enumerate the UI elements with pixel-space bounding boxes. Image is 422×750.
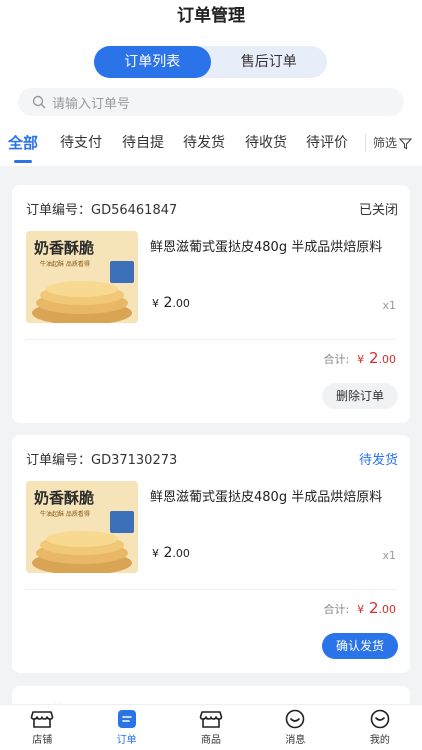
nav-store[interactable]: 店铺 <box>0 705 84 750</box>
filter-button[interactable]: 筛选 <box>364 132 412 154</box>
search-icon <box>32 95 46 109</box>
filter-icon <box>399 137 412 149</box>
nav-orders[interactable]: 订单 <box>84 705 168 750</box>
image-subtitle: 牛油起酥 品质看得 <box>40 510 90 518</box>
divider <box>26 339 396 340</box>
tab-pending-payment[interactable]: 待支付 <box>60 132 102 154</box>
nav-label: 店铺 <box>32 735 53 746</box>
delete-order-button[interactable]: 删除订单 <box>321 383 398 409</box>
nav-messages[interactable]: 消息 <box>253 705 337 750</box>
order-total: 合计: ¥ 2.00 <box>323 599 396 617</box>
bottom-navigation: 店铺 订单 商品 消息 我的 <box>0 704 422 750</box>
product-image: 奶香酥脆 牛油起酥 品质看得 <box>26 481 138 573</box>
profile-icon <box>370 709 390 729</box>
product-name[interactable]: 鲜恩滋葡式蛋挞皮480g 半成品烘焙原料 <box>150 237 398 259</box>
filter-label: 筛选 <box>372 136 397 150</box>
order-status: 待发货 <box>358 453 398 468</box>
orders-icon <box>117 710 136 728</box>
product-name[interactable]: 鲜恩滋葡式蛋挞皮480g 半成品烘焙原料 <box>150 487 398 509</box>
tab-pending-shipment[interactable]: 待发货 <box>183 132 225 154</box>
nav-label: 消息 <box>285 735 306 746</box>
search-placeholder: 请输入订单号 <box>52 96 131 112</box>
product-image: 奶香酥脆 牛油起酥 品质看得 <box>26 231 138 323</box>
order-number: 订单编号：GD56461847 <box>26 203 178 218</box>
store-icon <box>30 711 54 728</box>
tab-pending-review[interactable]: 待评价 <box>306 132 348 154</box>
search-input[interactable]: 请输入订单号 <box>18 88 404 116</box>
order-card: 订单编号：GD37130273 待发货 奶香酥脆 牛油起酥 品质看得 鲜恩滋葡式… <box>12 435 410 673</box>
tab-pending-receipt[interactable]: 待收货 <box>245 132 287 154</box>
nav-label: 商品 <box>201 735 222 746</box>
nav-label: 订单 <box>116 735 137 746</box>
tab-order-list[interactable]: 订单列表 <box>94 46 211 78</box>
nav-products[interactable]: 商品 <box>169 705 253 750</box>
order-card: 订单编号：GD56461847 已关闭 奶香酥脆 牛油起酥 品质看得 鲜恩滋葡式… <box>12 185 410 423</box>
order-total: 合计: ¥ 2.00 <box>323 349 396 367</box>
product-quantity: x1 <box>382 299 396 312</box>
product-price: ¥ 2.00 <box>152 545 190 561</box>
nav-label: 我的 <box>369 735 390 746</box>
tab-pending-pickup[interactable]: 待自提 <box>122 132 164 154</box>
order-header: 订单列表 售后订单 请输入订单号 全部 待支付 待自提 待发货 待收货 待评价 … <box>0 36 422 166</box>
order-type-switch: 订单列表 售后订单 <box>94 46 327 78</box>
products-icon <box>199 711 223 728</box>
tab-all[interactable]: 全部 <box>8 132 38 163</box>
nav-mine[interactable]: 我的 <box>338 705 422 750</box>
page-title: 订单管理 <box>0 0 422 36</box>
product-quantity: x1 <box>382 549 396 562</box>
image-subtitle: 牛油起酥 品质看得 <box>40 260 90 268</box>
confirm-shipment-button[interactable]: 确认发货 <box>321 633 398 659</box>
image-title: 奶香酥脆 <box>34 239 94 257</box>
order-number: 订单编号：GD37130273 <box>26 453 178 468</box>
tab-after-sale[interactable]: 售后订单 <box>211 46 328 78</box>
message-icon <box>286 709 305 729</box>
status-tabs: 全部 待支付 待自提 待发货 待收货 待评价 筛选 <box>0 132 422 166</box>
divider <box>26 589 396 590</box>
order-status: 已关闭 <box>358 203 398 218</box>
product-price: ¥ 2.00 <box>152 295 190 311</box>
image-title: 奶香酥脆 <box>34 489 94 507</box>
